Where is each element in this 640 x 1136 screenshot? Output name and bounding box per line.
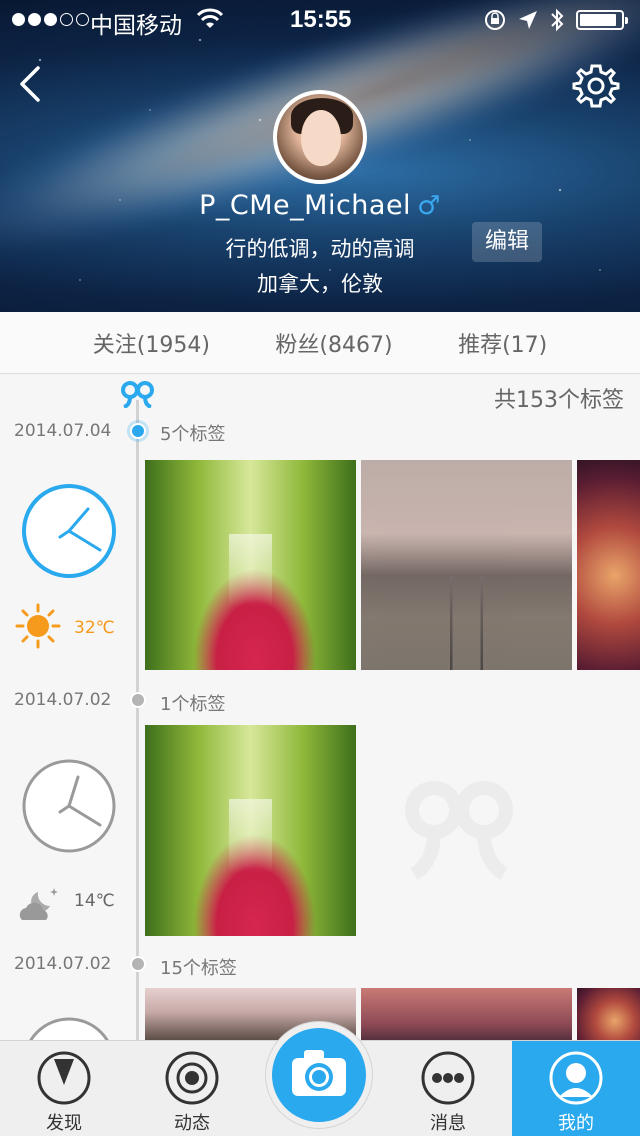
bluetooth-icon — [551, 8, 564, 32]
bio-location: 加拿大，伦敦 — [257, 272, 383, 296]
photo-thumbnail[interactable] — [577, 988, 640, 1048]
clock-icon — [22, 484, 116, 578]
timeline-dot — [130, 956, 146, 972]
battery-icon — [576, 10, 628, 30]
tab-label: 动态 — [174, 1113, 210, 1134]
photo-thumbnail[interactable] — [145, 460, 356, 670]
profile-screen: 中国移动 15:55 P_CMe_Michael ♂ 行的低调，动的高调 加拿大… — [0, 0, 640, 1136]
user-avatar[interactable] — [273, 90, 367, 184]
entry-date: 2014.07.04 — [14, 421, 112, 441]
photo-thumbnail[interactable] — [145, 725, 356, 936]
location-arrow-icon — [519, 11, 537, 29]
camera-icon — [292, 1050, 346, 1096]
timeline-line — [136, 400, 139, 1040]
timeline-dot — [130, 423, 146, 439]
fans-count[interactable]: 粉丝(8467) — [275, 327, 392, 359]
male-gender-icon: ♂ — [417, 191, 441, 221]
recommend-count[interactable]: 推荐(17) — [458, 327, 547, 359]
settings-gear-icon[interactable] — [572, 62, 620, 110]
photo-thumbnail[interactable] — [577, 460, 640, 670]
entry-tag-count: 1个标签 — [160, 694, 226, 715]
camera-button[interactable] — [266, 1022, 372, 1128]
following-count[interactable]: 关注(1954) — [93, 327, 210, 359]
entry-temperature: 32℃ — [74, 618, 115, 638]
entry-date: 2014.07.02 — [14, 954, 112, 974]
wifi-icon — [196, 8, 224, 28]
user-icon — [549, 1051, 603, 1105]
entry-tag-count: 5个标签 — [160, 424, 226, 445]
compass-icon — [37, 1051, 91, 1105]
more-dots-icon — [421, 1051, 475, 1105]
tab-discover[interactable]: 发现 — [0, 1041, 128, 1136]
tab-messages[interactable]: 消息 — [384, 1041, 512, 1136]
entry-tag-count: 15个标签 — [160, 958, 237, 979]
entry-temperature: 14℃ — [74, 891, 115, 911]
total-tags-label: 共153个标签 — [494, 388, 624, 413]
stats-bar: 关注(1954) 粉丝(8467) 推荐(17) — [0, 312, 640, 374]
tab-activity[interactable]: 动态 — [128, 1041, 256, 1136]
status-bar: 中国移动 15:55 — [0, 0, 640, 40]
bio-line-1: 行的低调，动的高调 — [225, 237, 415, 261]
photo-thumbnail[interactable] — [361, 460, 572, 670]
clock-time: 15:55 — [290, 6, 352, 33]
quote-logo-icon — [121, 381, 154, 408]
tab-me[interactable]: 我的 — [512, 1041, 640, 1136]
timeline-dot — [130, 692, 146, 708]
edit-profile-button[interactable]: 编辑 — [472, 222, 542, 262]
cloud-moon-icon — [19, 888, 58, 920]
photo-thumbnail[interactable] — [361, 988, 572, 1048]
tab-label: 我的 — [558, 1113, 594, 1134]
sun-icon — [15, 603, 61, 649]
record-icon — [165, 1051, 219, 1105]
profile-header: 中国移动 15:55 P_CMe_Michael ♂ 行的低调，动的高调 加拿大… — [0, 0, 640, 312]
tab-label: 发现 — [46, 1113, 82, 1134]
clock-icon — [22, 759, 116, 853]
signal-strength-icon — [12, 13, 89, 26]
carrier-name: 中国移动 — [90, 13, 182, 39]
back-arrow-icon[interactable] — [12, 64, 52, 104]
quote-watermark-icon — [405, 781, 513, 881]
entry-date: 2014.07.02 — [14, 690, 112, 710]
username: P_CMe_Michael — [199, 190, 412, 221]
tab-label: 消息 — [430, 1113, 466, 1134]
rotation-lock-icon — [485, 10, 505, 30]
